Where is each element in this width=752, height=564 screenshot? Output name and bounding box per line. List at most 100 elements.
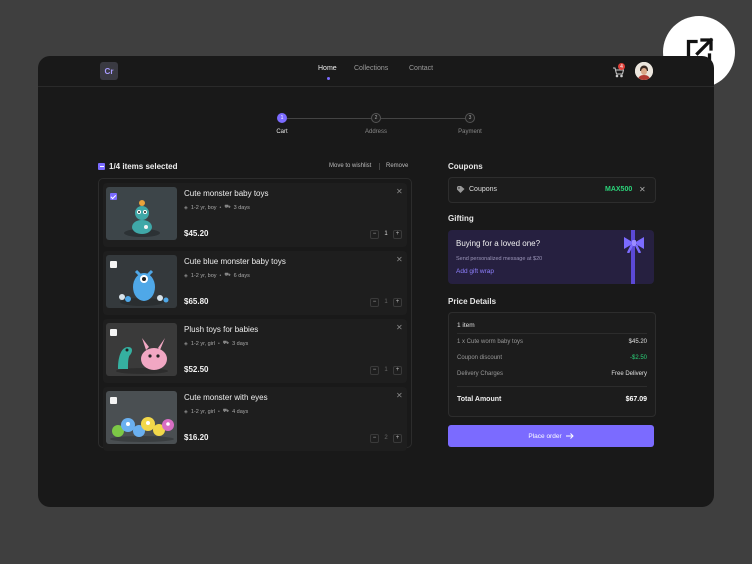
- decrement-button[interactable]: −: [370, 365, 379, 375]
- place-order-button[interactable]: Place order: [448, 425, 654, 447]
- tag-icon: [457, 186, 465, 193]
- delivery-truck-icon: ⛟: [222, 340, 230, 346]
- item-age: 1-2 yr, boy: [190, 204, 217, 211]
- active-nav-indicator: [327, 77, 330, 80]
- quantity-stepper: − 1 +: [370, 297, 402, 307]
- price-row-label: Coupon discount: [457, 355, 503, 361]
- quantity-value: 1: [384, 231, 388, 237]
- quantity-stepper: − 1 +: [370, 229, 402, 239]
- decrement-button[interactable]: −: [370, 229, 379, 239]
- decrement-button[interactable]: −: [370, 297, 379, 307]
- item-age: 1-2 yr, girl: [190, 340, 216, 347]
- increment-button[interactable]: +: [393, 365, 402, 375]
- item-checkbox[interactable]: [110, 193, 117, 200]
- price-details-heading: Price Details: [448, 297, 497, 306]
- item-meta: ◈ 1-2 yr, boy • ⛟ 3 days: [184, 204, 250, 211]
- item-checkbox[interactable]: [110, 397, 117, 404]
- step-1-indicator[interactable]: 1: [277, 113, 287, 123]
- quantity-value: 1: [384, 367, 388, 373]
- total-value: $67.09: [625, 396, 647, 403]
- add-gift-wrap-link[interactable]: Add gift wrap: [456, 268, 494, 275]
- coupon-label: Coupons: [469, 186, 498, 193]
- app-logo[interactable]: Cr: [100, 62, 118, 80]
- app-window: Cr Home Collections Contact 4 1 2 3 Cart…: [38, 56, 714, 507]
- divider: [457, 386, 647, 387]
- item-checkbox[interactable]: [110, 329, 117, 336]
- close-icon[interactable]: ✕: [396, 391, 403, 400]
- cart-item[interactable]: Cute monster baby toys ◈ 1-2 yr, boy • ⛟…: [103, 183, 407, 247]
- age-icon: ◈: [184, 204, 188, 211]
- step-3-indicator[interactable]: 3: [465, 113, 475, 123]
- selected-count: 1/4 items selected: [109, 162, 178, 171]
- item-name: Cute monster baby toys: [184, 189, 269, 198]
- price-row-label: Delivery Charges: [457, 371, 504, 377]
- arrow-right-icon: [565, 433, 574, 439]
- item-price: $16.20: [184, 433, 209, 442]
- price-row-label: 1 x Cute worm baby toys: [457, 339, 524, 345]
- nav-home[interactable]: Home: [318, 65, 337, 72]
- decrement-button[interactable]: −: [370, 433, 379, 443]
- gift-bow-icon: [624, 237, 644, 253]
- price-row: Coupon discount -$2.50: [457, 355, 647, 361]
- increment-button[interactable]: +: [393, 297, 402, 307]
- price-row: Delivery Charges Free Delivery: [457, 371, 647, 377]
- step-1-label: Cart: [276, 129, 288, 135]
- step-3-label: Payment: [458, 129, 482, 135]
- item-delivery: 3 days: [232, 340, 249, 347]
- cart-item[interactable]: Cute monster with eyes ◈ 1-2 yr, girl • …: [103, 387, 407, 451]
- gifting-heading: Gifting: [448, 214, 474, 223]
- stepper-connector: [381, 118, 465, 119]
- gift-wrap-card: Buying for a loved one? Send personalize…: [448, 230, 654, 284]
- close-icon[interactable]: ✕: [396, 187, 403, 196]
- stepper-connector: [287, 118, 371, 119]
- item-age: 1-2 yr, boy: [190, 272, 217, 279]
- nav-collections[interactable]: Collections: [354, 65, 388, 72]
- coupons-heading: Coupons: [448, 162, 483, 171]
- gift-heading: Buying for a loved one?: [456, 239, 541, 248]
- item-age: 1-2 yr, girl: [190, 408, 216, 415]
- age-icon: ◈: [184, 408, 188, 415]
- delivery-truck-icon: ⛟: [224, 204, 231, 210]
- price-row: 1 x Cute worm baby toys $45.20: [457, 339, 647, 345]
- cart-item[interactable]: Plush toys for babies ◈ 1-2 yr, girl • ⛟…: [103, 319, 407, 383]
- total-row: Total Amount $67.09: [457, 396, 647, 403]
- select-all-checkbox[interactable]: [98, 163, 105, 170]
- cart-count-badge: 4: [618, 63, 625, 70]
- total-label: Total Amount: [457, 396, 502, 403]
- item-checkbox[interactable]: [110, 261, 117, 268]
- cart-item[interactable]: Cute blue monster baby toys ◈ 1-2 yr, bo…: [103, 251, 407, 315]
- price-row-value: $45.20: [628, 339, 647, 345]
- close-icon[interactable]: ✕: [396, 255, 403, 264]
- cart-header: 1/4 items selected Move to wishlist Remo…: [98, 162, 410, 172]
- age-icon: ◈: [184, 272, 188, 279]
- remove-link[interactable]: Remove: [386, 163, 408, 169]
- user-avatar-icon: [635, 62, 653, 80]
- age-icon: ◈: [184, 340, 188, 347]
- close-icon[interactable]: ✕: [396, 323, 403, 332]
- quantity-stepper: − 1 +: [370, 365, 402, 375]
- nav-contact[interactable]: Contact: [409, 65, 433, 72]
- step-2-indicator[interactable]: 2: [371, 113, 381, 123]
- remove-coupon-icon[interactable]: ✕: [639, 185, 646, 194]
- delivery-truck-icon: ⛟: [222, 408, 230, 414]
- item-price: $52.50: [184, 365, 209, 374]
- item-price: $65.80: [184, 297, 209, 306]
- item-name: Plush toys for babies: [184, 325, 259, 334]
- cart-items-panel: Cute monster baby toys ◈ 1-2 yr, boy • ⛟…: [98, 178, 412, 451]
- price-row-value: Free Delivery: [611, 371, 647, 377]
- item-delivery: 6 days: [233, 272, 250, 279]
- quantity-stepper: − 2 +: [370, 433, 402, 443]
- avatar[interactable]: [635, 62, 653, 80]
- delivery-truck-icon: ⛟: [224, 272, 231, 278]
- increment-button[interactable]: +: [393, 433, 402, 443]
- item-delivery: 4 days: [232, 408, 249, 415]
- increment-button[interactable]: +: [393, 229, 402, 239]
- coupon-field[interactable]: Coupons MAX500 ✕: [448, 177, 656, 203]
- item-price: $45.20: [184, 229, 209, 238]
- price-details-card: 1 item 1 x Cute worm baby toys $45.20 Co…: [448, 312, 656, 417]
- move-to-wishlist-link[interactable]: Move to wishlist: [329, 163, 371, 169]
- item-meta: ◈ 1-2 yr, girl • ⛟ 3 days: [184, 340, 249, 347]
- gift-subtext: Send personalized message at $20: [456, 256, 543, 262]
- item-count: 1 item: [457, 322, 475, 329]
- quantity-value: 2: [384, 435, 388, 441]
